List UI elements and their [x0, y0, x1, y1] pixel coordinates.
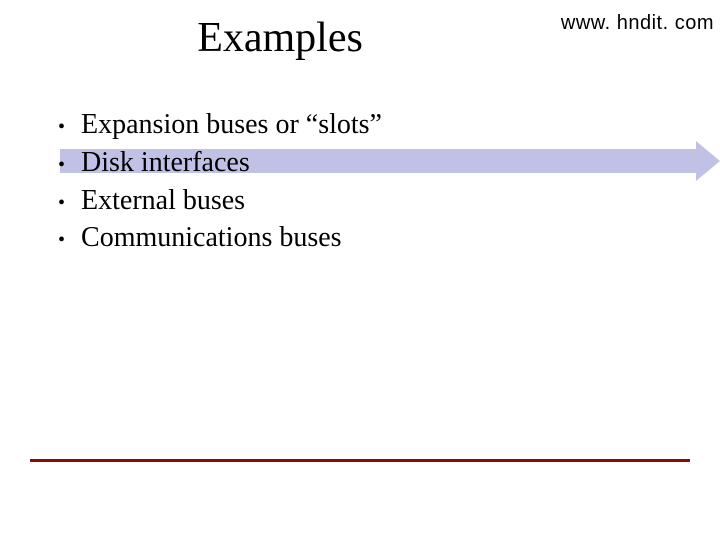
- list-item-text: Communications buses: [81, 219, 342, 257]
- list-item-text: External buses: [81, 182, 245, 220]
- bullet-icon: •: [58, 113, 65, 141]
- list-item: • Communications buses: [58, 219, 382, 257]
- site-url: www. hndit. com: [561, 12, 714, 35]
- list-item: • Disk interfaces: [58, 144, 382, 182]
- bullet-icon: •: [58, 151, 65, 179]
- list-item-text: Expansion buses or “slots”: [81, 106, 382, 144]
- list-item-text: Disk interfaces: [81, 144, 250, 182]
- bullet-list: • Expansion buses or “slots” • Disk inte…: [58, 106, 382, 257]
- list-item: • External buses: [58, 182, 382, 220]
- list-item: • Expansion buses or “slots”: [58, 106, 382, 144]
- bottom-divider: [30, 459, 690, 462]
- bullet-icon: •: [58, 226, 65, 254]
- bullet-icon: •: [58, 189, 65, 217]
- arrow-head-icon: [696, 141, 720, 181]
- slide-title: Examples: [0, 14, 560, 62]
